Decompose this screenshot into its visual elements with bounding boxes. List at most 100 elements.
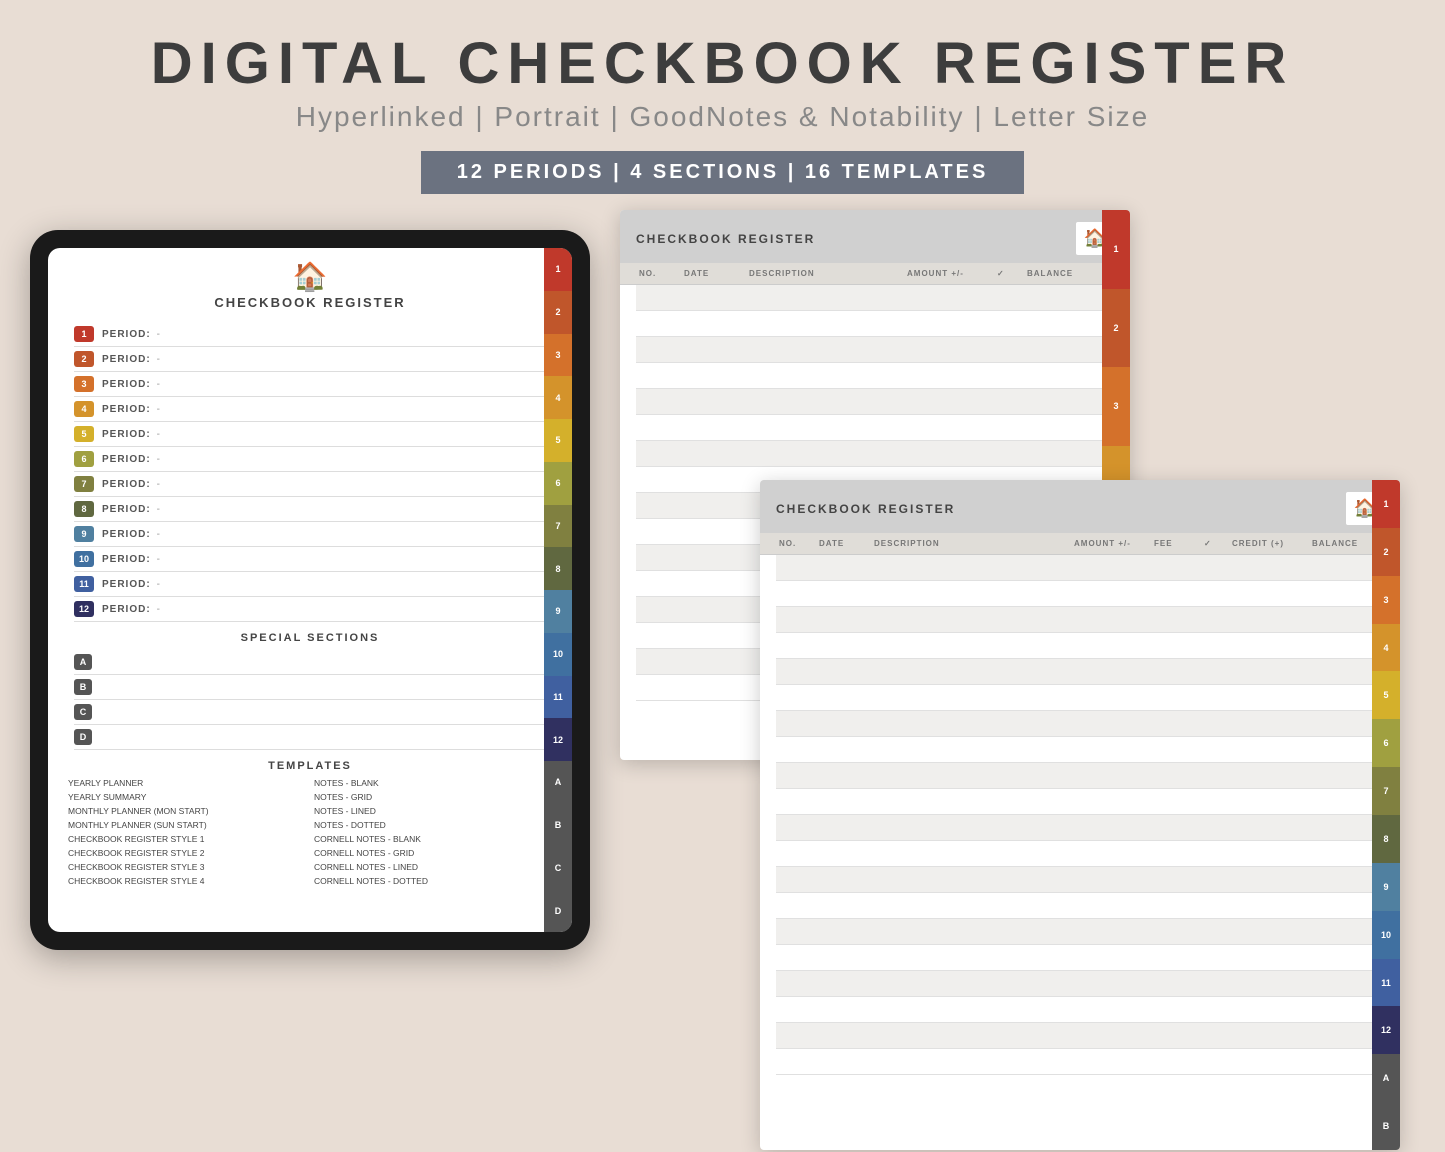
table-cell bbox=[636, 597, 681, 622]
table-cell bbox=[1024, 311, 1114, 336]
sidebar-tab[interactable]: 5 bbox=[544, 419, 572, 462]
table-cell bbox=[1229, 867, 1309, 892]
table-cell bbox=[681, 311, 746, 336]
sidebar-tab[interactable]: 5 bbox=[1372, 671, 1400, 719]
templates-title: TEMPLATES bbox=[64, 760, 556, 772]
table-cell bbox=[776, 659, 816, 684]
sidebar-tab[interactable]: 1 bbox=[1372, 480, 1400, 528]
table-cell bbox=[1071, 581, 1151, 606]
table-cell bbox=[871, 633, 1071, 658]
table-cell bbox=[1151, 815, 1201, 840]
table-cell bbox=[871, 919, 1071, 944]
table-cell bbox=[1229, 711, 1309, 736]
period-row: 8 PERIOD: - bbox=[74, 497, 546, 522]
sidebar-tab[interactable]: 10 bbox=[544, 633, 572, 676]
table-cell bbox=[994, 389, 1024, 414]
table-cell bbox=[1229, 581, 1309, 606]
table-cell bbox=[904, 285, 994, 310]
table-cell bbox=[1024, 415, 1114, 440]
table-cell bbox=[994, 311, 1024, 336]
sidebar-tab[interactable]: 10 bbox=[1372, 911, 1400, 959]
sidebar-tab[interactable]: B bbox=[1372, 1102, 1400, 1150]
table-cell bbox=[1229, 685, 1309, 710]
table-cell bbox=[1201, 919, 1229, 944]
table-cell bbox=[681, 675, 746, 700]
table-cell bbox=[1151, 737, 1201, 762]
sidebar-tab[interactable]: A bbox=[1372, 1054, 1400, 1102]
table-cell bbox=[1151, 555, 1201, 580]
table-cell bbox=[681, 467, 746, 492]
sidebar-tab[interactable]: 2 bbox=[544, 291, 572, 334]
column-header: AMOUNT +/- bbox=[1071, 539, 1151, 548]
table-cell bbox=[1071, 997, 1151, 1022]
period-row: 11 PERIOD: - bbox=[74, 572, 546, 597]
table-cell bbox=[776, 633, 816, 658]
sidebar-tab[interactable]: 1 bbox=[544, 248, 572, 291]
table-cell bbox=[994, 363, 1024, 388]
sidebar-tab[interactable]: 1 bbox=[1102, 210, 1130, 289]
table-cell bbox=[1151, 919, 1201, 944]
table-cell bbox=[904, 415, 994, 440]
sidebar-tab[interactable]: 9 bbox=[1372, 863, 1400, 911]
tablet-content: 🏠 CHECKBOOK REGISTER 1 PERIOD: - 2 PERIO… bbox=[48, 248, 572, 899]
table-cell bbox=[816, 581, 871, 606]
sidebar-tab[interactable]: 11 bbox=[1372, 959, 1400, 1007]
sidebar-tab[interactable]: 3 bbox=[1102, 367, 1130, 446]
table-cell bbox=[871, 1049, 1071, 1074]
template-item: CORNELL NOTES - LINED bbox=[314, 860, 552, 873]
tablet-screen: 🏠 CHECKBOOK REGISTER 1 PERIOD: - 2 PERIO… bbox=[48, 248, 572, 932]
table-cell bbox=[1151, 659, 1201, 684]
table-cell bbox=[776, 789, 816, 814]
sidebar-tab[interactable]: 4 bbox=[544, 376, 572, 419]
sidebar-tab[interactable]: 12 bbox=[1372, 1006, 1400, 1054]
sidebar-tab[interactable]: 7 bbox=[544, 505, 572, 548]
sidebar-tab[interactable]: 6 bbox=[1372, 719, 1400, 767]
table-cell bbox=[1229, 659, 1309, 684]
sidebar-tab[interactable]: 3 bbox=[544, 334, 572, 377]
table-cell bbox=[681, 519, 746, 544]
table-cell bbox=[776, 711, 816, 736]
table-cell bbox=[1201, 763, 1229, 788]
table-cell bbox=[994, 415, 1024, 440]
sidebar-tab[interactable]: 8 bbox=[1372, 815, 1400, 863]
table-cell bbox=[1229, 607, 1309, 632]
table-row bbox=[776, 841, 1384, 867]
sidebar-tab[interactable]: B bbox=[544, 804, 572, 847]
table-cell bbox=[1151, 581, 1201, 606]
table-cell bbox=[1229, 971, 1309, 996]
table-row bbox=[776, 893, 1384, 919]
table-cell bbox=[1071, 555, 1151, 580]
table-row bbox=[776, 607, 1384, 633]
table-cell bbox=[1151, 607, 1201, 632]
sidebar-tab[interactable]: D bbox=[544, 889, 572, 932]
sidebar-tab[interactable]: 8 bbox=[544, 547, 572, 590]
sidebar-tab[interactable]: 7 bbox=[1372, 767, 1400, 815]
sidebar-tab[interactable]: 4 bbox=[1372, 624, 1400, 672]
table-cell bbox=[871, 555, 1071, 580]
sidebar-tab[interactable]: 12 bbox=[544, 718, 572, 761]
table-cell bbox=[1201, 737, 1229, 762]
table-row bbox=[636, 363, 1114, 389]
table-cell bbox=[1151, 945, 1201, 970]
table-cell bbox=[871, 711, 1071, 736]
table-cell bbox=[1071, 763, 1151, 788]
table-cell bbox=[1229, 919, 1309, 944]
page2-title: CHECKBOOK REGISTER bbox=[776, 502, 955, 516]
sidebar-tab[interactable]: 2 bbox=[1102, 289, 1130, 368]
table-cell bbox=[636, 571, 681, 596]
sidebar-tab[interactable]: 2 bbox=[1372, 528, 1400, 576]
sidebar-tab[interactable]: C bbox=[544, 847, 572, 890]
table-cell bbox=[1229, 737, 1309, 762]
sidebar-tab[interactable]: 9 bbox=[544, 590, 572, 633]
column-header: BALANCE bbox=[1024, 269, 1114, 278]
sidebar-tab[interactable]: 6 bbox=[544, 462, 572, 505]
column-header: NO. bbox=[776, 539, 816, 548]
table-cell bbox=[776, 841, 816, 866]
table-cell bbox=[904, 311, 994, 336]
sidebar-tab[interactable]: A bbox=[544, 761, 572, 804]
sidebar-tab[interactable]: 3 bbox=[1372, 576, 1400, 624]
sidebar-tab[interactable]: 11 bbox=[544, 676, 572, 719]
table-cell bbox=[1151, 1023, 1201, 1048]
template-item: NOTES - DOTTED bbox=[314, 818, 552, 831]
template-item: CHECKBOOK REGISTER STYLE 2 bbox=[68, 846, 306, 859]
